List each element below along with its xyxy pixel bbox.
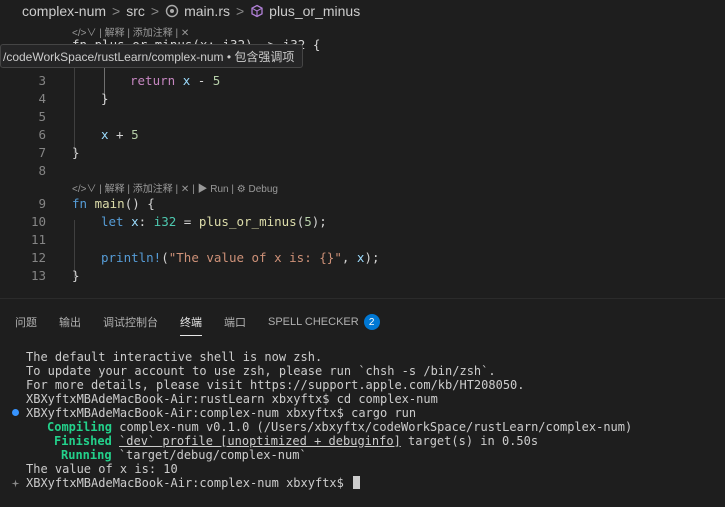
panel-tabs: 问题 输出 调试控制台 终端 端口 SPELL CHECKER 2: [15, 311, 402, 336]
sparkle-icon[interactable]: [11, 479, 20, 488]
line-number: 4: [38, 91, 46, 106]
terminal-cursor: [353, 476, 361, 489]
tab-debug-console[interactable]: 调试控制台: [103, 311, 158, 333]
breadcrumb-symbol[interactable]: plus_or_minus: [269, 3, 360, 19]
function-symbol-icon: [251, 4, 263, 18]
terminal-finished: Finished `dev` profile [unoptimized + de…: [26, 434, 538, 448]
chevron-right-icon: >: [150, 3, 160, 19]
finished-profile: `dev` profile [unoptimized + debuginfo]: [119, 434, 401, 448]
bottom-panel: 问题 输出 调试控制台 终端 端口 SPELL CHECKER 2 The de…: [0, 299, 725, 507]
tab-problems[interactable]: 问题: [15, 311, 37, 333]
code-line-4: }: [101, 91, 109, 106]
breadcrumb-file[interactable]: main.rs: [184, 3, 230, 19]
command-status-dot-icon[interactable]: [12, 409, 19, 416]
line-number: 13: [30, 268, 46, 283]
breadcrumb: complex-num > src > main.rs > plus_or_mi…: [0, 0, 725, 22]
terminal-line: XBXyftxMBAdeMacBook-Air:complex-num xbxy…: [26, 406, 417, 420]
tab-spell-checker[interactable]: SPELL CHECKER 2: [268, 311, 380, 333]
path-tooltip: /codeWorkSpace/rustLearn/complex-num • 包…: [0, 44, 304, 68]
code-line-13: }: [72, 268, 80, 283]
tab-terminal[interactable]: 终端: [180, 311, 202, 336]
line-number: 3: [38, 73, 46, 88]
code-line-6: x + 5: [101, 127, 139, 142]
terminal-line: The default interactive shell is now zsh…: [26, 350, 323, 364]
code-lens-main[interactable]: </>∨ | 解释 | 添加注释 | ✕ | ▶ Run | ⚙ Debug: [72, 180, 278, 195]
running-label: Running: [61, 448, 112, 462]
line-number: 11: [30, 232, 46, 247]
terminal-line: XBXyftxMBAdeMacBook-Air:rustLearn xbxyft…: [26, 392, 438, 406]
line-number: 9: [38, 196, 46, 211]
spell-checker-badge: 2: [363, 314, 380, 330]
tab-spell-checker-label: SPELL CHECKER: [268, 316, 359, 328]
line-number: 5: [38, 109, 46, 124]
tab-ports[interactable]: 端口: [224, 311, 246, 333]
tab-output[interactable]: 输出: [59, 311, 81, 333]
chevron-right-icon: >: [235, 3, 245, 19]
terminal-output: The value of x is: 10: [26, 462, 178, 476]
breadcrumb-project[interactable]: complex-num: [22, 3, 106, 19]
line-number: 10: [30, 214, 46, 229]
code-line-12: println!("The value of x is: {}", x);: [101, 250, 380, 265]
line-number: 12: [30, 250, 46, 265]
code-line-3: return x - 5: [130, 73, 221, 88]
code-line-9: fn main() {: [72, 196, 155, 211]
finished-text: target(s) in 0.50s: [408, 434, 539, 448]
rust-file-icon: [165, 4, 179, 18]
line-number: 6: [38, 127, 46, 142]
terminal-compiling: Compiling complex-num v0.1.0 (/Users/xbx…: [26, 420, 632, 434]
line-number: 8: [38, 163, 46, 178]
code-editor[interactable]: </>∨ | 解释 | 添加注释 | ✕ fn plus_or_minus(x:…: [0, 22, 725, 298]
finished-label: Finished: [54, 434, 112, 448]
line-number: 7: [38, 145, 46, 160]
terminal-line: To update your account to use zsh, pleas…: [26, 364, 496, 378]
chevron-right-icon: >: [112, 3, 121, 19]
terminal-line: For more details, please visit https://s…: [26, 378, 525, 392]
compiling-text: complex-num v0.1.0 (/Users/xbxyftx/codeW…: [119, 420, 633, 434]
running-text: `target/debug/complex-num`: [118, 448, 307, 462]
indent-guide: [74, 60, 75, 154]
terminal-running: Running `target/debug/complex-num`: [26, 448, 307, 462]
breadcrumb-folder[interactable]: src: [126, 3, 145, 19]
code-line-7: }: [72, 145, 80, 160]
terminal-prompt: XBXyftxMBAdeMacBook-Air:complex-num xbxy…: [26, 476, 344, 490]
compiling-label: Compiling: [47, 420, 113, 434]
code-line-10: let x: i32 = plus_or_minus(5);: [101, 214, 327, 229]
terminal-prompt-line[interactable]: XBXyftxMBAdeMacBook-Air:complex-num xbxy…: [26, 476, 361, 490]
